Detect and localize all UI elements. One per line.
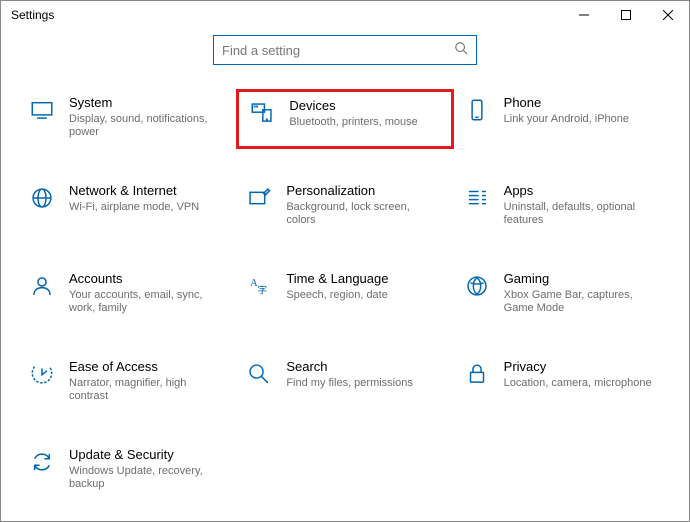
gaming-icon <box>462 271 492 301</box>
tile-text: Update & Security Windows Update, recove… <box>69 447 219 492</box>
search-box[interactable] <box>213 35 477 65</box>
update-icon <box>27 447 57 477</box>
language-icon: A字 <box>244 271 274 301</box>
tile-text: Apps Uninstall, defaults, optional featu… <box>504 183 654 228</box>
tile-personalization[interactable]: Personalization Background, lock screen,… <box>236 177 453 237</box>
devices-icon <box>247 98 277 128</box>
tile-phone[interactable]: Phone Link your Android, iPhone <box>454 89 671 149</box>
ease-of-access-icon <box>27 359 57 389</box>
tile-text: System Display, sound, notifications, po… <box>69 95 219 140</box>
minimize-button[interactable] <box>563 1 605 29</box>
tile-ease-of-access[interactable]: Ease of Access Narrator, magnifier, high… <box>19 353 236 413</box>
apps-icon <box>462 183 492 213</box>
tile-title: System <box>69 95 219 111</box>
search-icon <box>454 41 468 60</box>
maximize-icon <box>621 10 631 20</box>
person-icon <box>27 271 57 301</box>
tile-title: Time & Language <box>286 271 388 287</box>
tile-apps[interactable]: Apps Uninstall, defaults, optional featu… <box>454 177 671 237</box>
tile-subtitle: Xbox Game Bar, captures, Game Mode <box>504 289 654 317</box>
minimize-icon <box>579 10 589 20</box>
tile-subtitle: Bluetooth, printers, mouse <box>289 116 417 130</box>
tile-subtitle: Uninstall, defaults, optional features <box>504 201 654 229</box>
tile-text: Ease of Access Narrator, magnifier, high… <box>69 359 219 404</box>
tile-title: Search <box>286 359 413 375</box>
tile-title: Update & Security <box>69 447 219 463</box>
window-title: Settings <box>11 8 54 22</box>
tile-text: Phone Link your Android, iPhone <box>504 95 629 126</box>
content-area: System Display, sound, notifications, po… <box>1 29 689 501</box>
tile-text: Gaming Xbox Game Bar, captures, Game Mod… <box>504 271 654 316</box>
lock-icon <box>462 359 492 389</box>
tile-accounts[interactable]: Accounts Your accounts, email, sync, wor… <box>19 265 236 325</box>
settings-window: Settings Sys <box>0 0 690 522</box>
tile-privacy[interactable]: Privacy Location, camera, microphone <box>454 353 671 413</box>
close-button[interactable] <box>647 1 689 29</box>
window-controls <box>563 1 689 29</box>
phone-icon <box>462 95 492 125</box>
tile-title: Apps <box>504 183 654 199</box>
paint-icon <box>244 183 274 213</box>
titlebar: Settings <box>1 1 689 29</box>
tile-title: Gaming <box>504 271 654 287</box>
tile-subtitle: Link your Android, iPhone <box>504 113 629 127</box>
tile-subtitle: Narrator, magnifier, high contrast <box>69 377 219 405</box>
tile-devices[interactable]: Devices Bluetooth, printers, mouse <box>236 89 453 149</box>
tile-subtitle: Display, sound, notifications, power <box>69 113 219 141</box>
tile-text: Privacy Location, camera, microphone <box>504 359 652 390</box>
tile-text: Search Find my files, permissions <box>286 359 413 390</box>
tile-text: Devices Bluetooth, printers, mouse <box>289 98 417 129</box>
tile-subtitle: Find my files, permissions <box>286 377 413 391</box>
tile-update-security[interactable]: Update & Security Windows Update, recove… <box>19 441 236 501</box>
settings-grid: System Display, sound, notifications, po… <box>1 65 689 501</box>
tile-subtitle: Background, lock screen, colors <box>286 201 436 229</box>
tile-subtitle: Speech, region, date <box>286 289 388 303</box>
tile-subtitle: Wi-Fi, airplane mode, VPN <box>69 201 199 215</box>
tile-network[interactable]: Network & Internet Wi-Fi, airplane mode,… <box>19 177 236 237</box>
tile-subtitle: Your accounts, email, sync, work, family <box>69 289 219 317</box>
globe-icon <box>27 183 57 213</box>
tile-title: Ease of Access <box>69 359 219 375</box>
tile-system[interactable]: System Display, sound, notifications, po… <box>19 89 236 149</box>
search-input[interactable] <box>222 39 454 62</box>
tile-title: Privacy <box>504 359 652 375</box>
tile-text: Time & Language Speech, region, date <box>286 271 388 302</box>
tile-title: Personalization <box>286 183 436 199</box>
magnifier-icon <box>244 359 274 389</box>
tile-title: Accounts <box>69 271 219 287</box>
tile-text: Personalization Background, lock screen,… <box>286 183 436 228</box>
tile-title: Network & Internet <box>69 183 199 199</box>
tile-subtitle: Location, camera, microphone <box>504 377 652 391</box>
close-icon <box>663 10 673 20</box>
tile-title: Devices <box>289 98 417 114</box>
tile-time-language[interactable]: A字 Time & Language Speech, region, date <box>236 265 453 325</box>
tile-text: Accounts Your accounts, email, sync, wor… <box>69 271 219 316</box>
tile-gaming[interactable]: Gaming Xbox Game Bar, captures, Game Mod… <box>454 265 671 325</box>
svg-text:字: 字 <box>258 283 268 296</box>
tile-title: Phone <box>504 95 629 111</box>
system-icon <box>27 95 57 125</box>
tile-search[interactable]: Search Find my files, permissions <box>236 353 453 413</box>
tile-subtitle: Windows Update, recovery, backup <box>69 465 219 493</box>
maximize-button[interactable] <box>605 1 647 29</box>
tile-text: Network & Internet Wi-Fi, airplane mode,… <box>69 183 199 214</box>
